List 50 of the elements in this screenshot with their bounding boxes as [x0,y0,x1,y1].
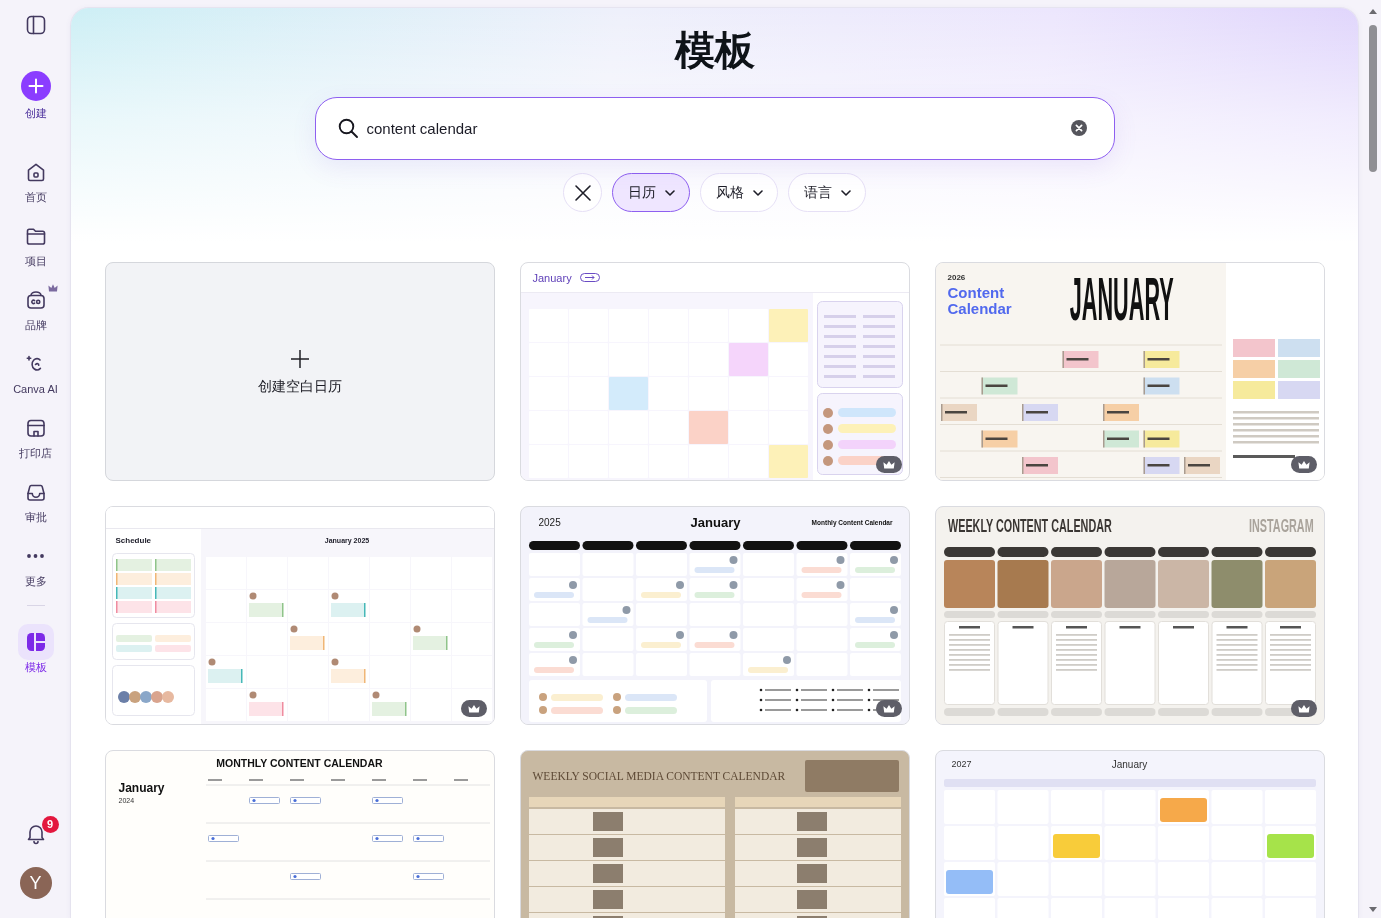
sidebar-item[interactable]: 更多 [17,538,54,588]
filter-dropdown[interactable]: 日历 [612,173,690,212]
sidebar-item[interactable]: 打印店 [17,410,54,460]
sidebar-item[interactable]: 模板 [17,624,54,674]
year-label: 2025 [538,516,562,528]
sidebar-item[interactable]: 品牌 [17,282,54,332]
month-title: JANUARY [1069,273,1174,325]
year-label: 2027 [951,759,973,769]
template-title: WEEKLY CONTENT CALENDAR [947,515,1112,537]
templates-icon [17,624,54,660]
month-title: January [690,514,741,530]
month-title: January [118,781,165,795]
month-title: January [1111,758,1148,770]
section-title: Schedule [115,535,153,545]
sidebar-item[interactable]: 审批 [17,474,54,524]
plus-icon [20,71,51,101]
year-label: 2026 [947,273,967,283]
template-card[interactable]: WEEKLY SOCIAL MEDIA CONTENT CALENDAR [519,750,910,918]
template-title: WEEKLY SOCIAL MEDIA CONTENT CALENDAR [532,770,786,782]
scrollbar-thumb[interactable] [1369,25,1377,172]
create-blank-calendar-button[interactable]: 创建空白日历 [104,262,495,481]
sidebar-item[interactable]: Canva AI [13,346,58,396]
sidebar-item[interactable]: 首页 [17,154,54,204]
platform-label: INSTAGRAM [1248,515,1314,537]
chevron-down-icon [665,189,675,196]
filter-dropdown[interactable]: 风格 [700,173,778,212]
clear-icon[interactable] [1070,120,1087,136]
filter-dropdown[interactable]: 语言 [788,173,866,212]
caret-down-icon[interactable] [1369,907,1377,912]
account-avatar[interactable]: Y [19,867,52,899]
chevron-down-icon [753,189,763,196]
notification-badge: 9 [41,816,59,833]
create-button[interactable]: 创建 [20,68,51,120]
page-title: 模板 [674,27,755,74]
template-title: MONTHLY CONTENT CALENDAR [216,757,383,769]
clear-filters-button[interactable] [563,173,602,212]
more-icon [27,554,44,558]
template-card[interactable]: WEEKLY CONTENT CALENDAR INSTAGRAM [934,506,1325,725]
sidebar-item[interactable]: 项目 [17,218,54,268]
template-title: Content Calendar [947,285,1012,317]
template-card[interactable]: 2026 Content Calendar JANUARY [934,262,1325,481]
close-icon [573,183,592,202]
template-card[interactable]: January [519,262,910,481]
caret-up-icon[interactable] [1369,9,1377,14]
plus-icon [290,349,309,368]
month-title: January [532,271,572,284]
chevron-down-icon [841,189,851,196]
template-card[interactable]: 2027 January [934,750,1325,918]
search-field[interactable]: content calendar [314,97,1115,160]
search-icon [336,117,359,139]
